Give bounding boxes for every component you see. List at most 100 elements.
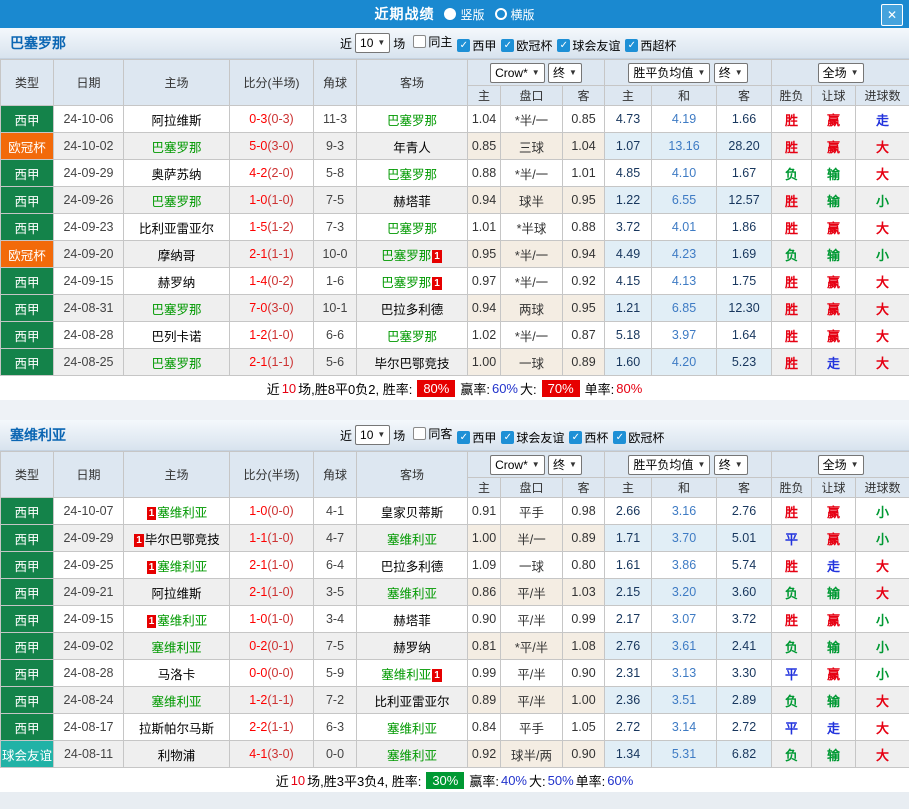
goals-result-cell: 大 <box>856 214 909 241</box>
home-team-name: 塞维利亚 <box>151 695 201 709</box>
corners-cell: 7-5 <box>314 633 357 660</box>
corners-cell: 3-4 <box>314 606 357 633</box>
match-date-cell: 24-10-02 <box>54 133 124 160</box>
filter-checkbox-4[interactable]: ✓欧冠杯 <box>613 429 664 446</box>
away-team-cell: 皇家贝蒂斯 <box>357 498 468 525</box>
layout-radio-horizontal[interactable]: 横版 <box>495 6 535 23</box>
checkbox-label: 同客 <box>428 425 452 442</box>
asian-handicap: 球半 <box>519 195 544 209</box>
match-date-cell: 24-09-29 <box>54 160 124 187</box>
avg-odds-select[interactable]: 胜平负均值 ▼ <box>628 63 710 83</box>
filter-checkbox-0[interactable]: 同主 <box>413 33 452 50</box>
handicap-result-cell: 输 <box>812 741 856 768</box>
corners-cell: 6-4 <box>314 552 357 579</box>
away-team-name: 皇家贝蒂斯 <box>381 506 444 520</box>
footer-stat-segment: 场,胜8平0负2, 胜率: <box>298 379 412 398</box>
asian-stage-select[interactable]: 终 ▼ <box>548 455 582 475</box>
away-team-cell: 塞维利亚 <box>357 579 468 606</box>
away-team-cell: 巴塞罗那 <box>357 322 468 349</box>
checkbox-icon[interactable]: ✓ <box>557 39 570 52</box>
matches-table: 类型 日期 主场 比分(半场) 角球 客场 Crow* ▼ 终 ▼ <box>0 59 909 376</box>
halftime-score: (1-1) <box>267 693 293 707</box>
filter-checkbox-2[interactable]: ✓球会友谊 <box>501 429 564 446</box>
asian-home-odds-cell: 0.86 <box>468 579 501 606</box>
goals-result-cell: 大 <box>856 133 909 160</box>
asian-home-odds: 0.94 <box>472 193 496 207</box>
layout-radio-vertical[interactable]: 竖版 <box>444 6 484 23</box>
close-button[interactable]: ✕ <box>881 4 903 26</box>
checkbox-icon[interactable]: ✓ <box>457 39 470 52</box>
league-type-label: 西甲 <box>14 276 39 290</box>
checkbox-icon[interactable]: ✓ <box>457 431 470 444</box>
fulltime-score: 1-0 <box>249 193 267 207</box>
avg-lose-odds-cell: 1.75 <box>717 268 772 295</box>
avg-stage-select[interactable]: 终 ▼ <box>714 63 748 83</box>
radio-selected-icon[interactable] <box>444 8 456 20</box>
goals-result: 大 <box>876 586 889 601</box>
checkbox-icon[interactable]: ✓ <box>625 39 638 52</box>
filter-checkbox-0[interactable]: 同客 <box>413 425 452 442</box>
checkbox-label: 球会友谊 <box>516 429 564 446</box>
asian-away-odds-cell: 1.01 <box>563 160 605 187</box>
handicap-result-cell: 输 <box>812 687 856 714</box>
home-team-name: 摩纳哥 <box>158 249 196 263</box>
goals-result-cell: 小 <box>856 241 909 268</box>
check-icon: ✓ <box>460 39 468 52</box>
asian-stage-select[interactable]: 终 ▼ <box>548 63 582 83</box>
filter-checkbox-1[interactable]: ✓西甲 <box>457 429 496 446</box>
handicap-result-cell: 赢 <box>812 525 856 552</box>
handicap-result-cell: 赢 <box>812 322 856 349</box>
bookmaker-select[interactable]: Crow* ▼ <box>490 63 545 83</box>
filter-checkbox-2[interactable]: ✓欧冠杯 <box>501 37 552 54</box>
asian-home-odds: 0.84 <box>472 720 496 734</box>
avg-lose-odds-cell: 12.30 <box>717 295 772 322</box>
filter-checkbox-4[interactable]: ✓西超杯 <box>625 37 676 54</box>
checkbox-icon[interactable] <box>413 427 426 440</box>
matches-tbody: 西甲24-10-071塞维利亚1-0(0-0)4-1皇家贝蒂斯0.91平手0.9… <box>1 498 909 768</box>
bookmaker-select[interactable]: Crow* ▼ <box>490 455 545 475</box>
checkbox-icon[interactable] <box>413 35 426 48</box>
goals-result: 小 <box>876 248 889 263</box>
avg-stage-select[interactable]: 终 ▼ <box>714 455 748 475</box>
checkbox-icon[interactable]: ✓ <box>613 431 626 444</box>
league-type-label: 西甲 <box>14 695 39 709</box>
outcome-result: 胜 <box>785 356 798 371</box>
avg-lose-odds-cell: 12.57 <box>717 187 772 214</box>
home-team-cell: 巴塞罗那 <box>124 295 230 322</box>
corners-value: 3-5 <box>326 585 344 599</box>
scope-select[interactable]: 全场 ▼ <box>818 63 864 83</box>
filter-checkbox-1[interactable]: ✓西甲 <box>457 37 496 54</box>
asian-away-odds: 1.03 <box>571 585 595 599</box>
avg-lose-odds-cell: 5.23 <box>717 349 772 376</box>
filter-checkbox-3[interactable]: ✓西杯 <box>569 429 608 446</box>
avg-odds-select[interactable]: 胜平负均值 ▼ <box>628 455 710 475</box>
avg-lose-odds: 1.86 <box>732 220 756 234</box>
asian-home-odds-cell: 0.91 <box>468 498 501 525</box>
league-type-label: 西甲 <box>14 587 39 601</box>
asian-away-odds-cell: 1.05 <box>563 714 605 741</box>
asian-away-odds: 0.85 <box>571 112 595 126</box>
checkbox-icon[interactable]: ✓ <box>569 431 582 444</box>
checkbox-icon[interactable]: ✓ <box>501 39 514 52</box>
recent-count-select[interactable]: 10 ▼ <box>355 33 390 53</box>
recent-count-value: 10 <box>360 427 373 443</box>
asian-handicap: *半/一 <box>515 249 548 263</box>
halftime-score: (3-0) <box>267 747 293 761</box>
recent-count-select[interactable]: 10 ▼ <box>355 425 390 445</box>
handicap-result: 赢 <box>827 667 840 682</box>
radio-unselected-icon[interactable] <box>495 8 507 20</box>
asian-home-odds-cell: 0.99 <box>468 660 501 687</box>
col-away: 客场 <box>357 452 468 498</box>
asian-home-odds-cell: 0.84 <box>468 714 501 741</box>
checkbox-icon[interactable]: ✓ <box>501 431 514 444</box>
asian-home-odds-cell: 1.00 <box>468 525 501 552</box>
scope-select[interactable]: 全场 ▼ <box>818 455 864 475</box>
filter-checkbox-3[interactable]: ✓球会友谊 <box>557 37 620 54</box>
asian-home-odds-cell: 0.85 <box>468 133 501 160</box>
avg-win-odds: 5.18 <box>616 328 640 342</box>
handicap-result: 输 <box>827 694 840 709</box>
avg-win-odds: 2.66 <box>616 504 640 518</box>
col-avg-home: 主 <box>605 86 652 106</box>
asian-handicap-cell: 平/半 <box>501 579 563 606</box>
check-icon: ✓ <box>616 431 624 444</box>
